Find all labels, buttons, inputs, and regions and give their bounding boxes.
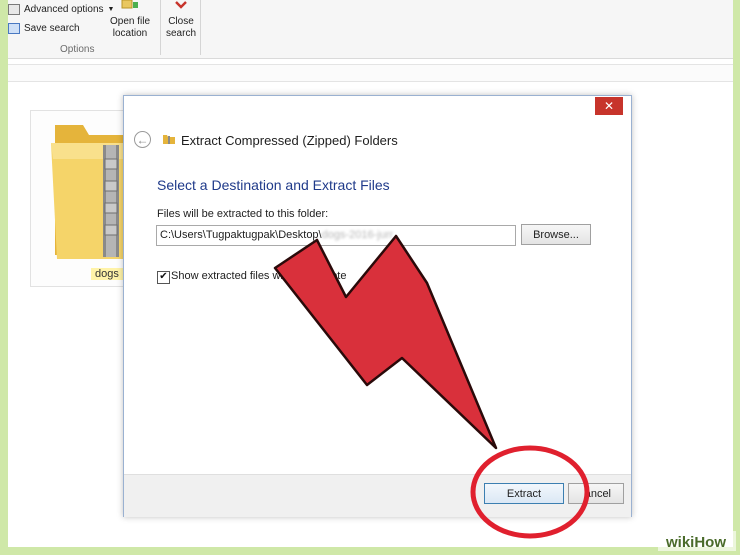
path-label: Files will be extracted to this folder:	[157, 208, 329, 220]
extract-button[interactable]: Extract	[484, 483, 564, 504]
path-text: C:\Users\Tugpaktugpak\Desktop\	[160, 229, 322, 241]
close-icon: ✕	[603, 99, 615, 113]
advanced-options-label: Advanced options	[24, 4, 104, 15]
wikihow-watermark: wikiHow	[666, 534, 727, 551]
open-file-label-line1: Open file	[109, 16, 151, 27]
ribbon-group-label: Options	[60, 44, 95, 55]
cancel-button[interactable]: ancel	[568, 483, 624, 504]
open-file-location-button[interactable]: Open file location	[108, 0, 152, 40]
close-search-icon	[175, 1, 187, 9]
save-search-icon	[8, 23, 20, 34]
close-search-label-line2: search	[165, 28, 196, 39]
save-search-button[interactable]: Save search	[8, 23, 80, 34]
save-search-label: Save search	[24, 23, 80, 34]
close-search-button[interactable]: Close search	[164, 0, 198, 40]
show-files-label: Show extracted files when complete	[171, 270, 347, 282]
dialog-titlebar	[124, 96, 631, 118]
ribbon-separator-2	[200, 0, 201, 55]
path-blurred-text: dogs-2016-jurr	[321, 229, 394, 241]
folder-name-label[interactable]: dogs	[91, 268, 123, 280]
close-search-label-line1: Close	[168, 16, 194, 27]
dialog-title: Extract Compressed (Zipped) Folders	[181, 133, 398, 148]
destination-path-input[interactable]: C:\Users\Tugpaktugpak\Desktop\dogs-2016-…	[156, 225, 516, 246]
open-file-label-line2: location	[112, 28, 148, 39]
ribbon: Advanced options ▼ Save search Options O…	[8, 0, 733, 59]
open-file-location-icon	[121, 0, 138, 9]
ribbon-separator	[160, 0, 161, 55]
show-files-checkbox[interactable]: ✔	[157, 271, 170, 284]
advanced-options-button[interactable]: Advanced options ▼	[8, 4, 114, 15]
dialog-heading: Select a Destination and Extract Files	[157, 177, 390, 193]
checkmark-icon: ✔	[159, 271, 168, 282]
close-dialog-button[interactable]: ✕	[595, 97, 623, 115]
extract-dialog: ✕ ← Extract Compressed (Zipped) Folders …	[123, 95, 632, 517]
browse-button[interactable]: Browse...	[521, 224, 591, 245]
dialog-footer: Extract ancel	[124, 474, 631, 517]
folder-icon	[163, 135, 175, 144]
back-arrow-icon: ←	[136, 133, 149, 147]
advanced-options-icon	[8, 4, 20, 15]
back-button[interactable]: ←	[134, 131, 151, 148]
search-bar-strip	[8, 64, 733, 82]
